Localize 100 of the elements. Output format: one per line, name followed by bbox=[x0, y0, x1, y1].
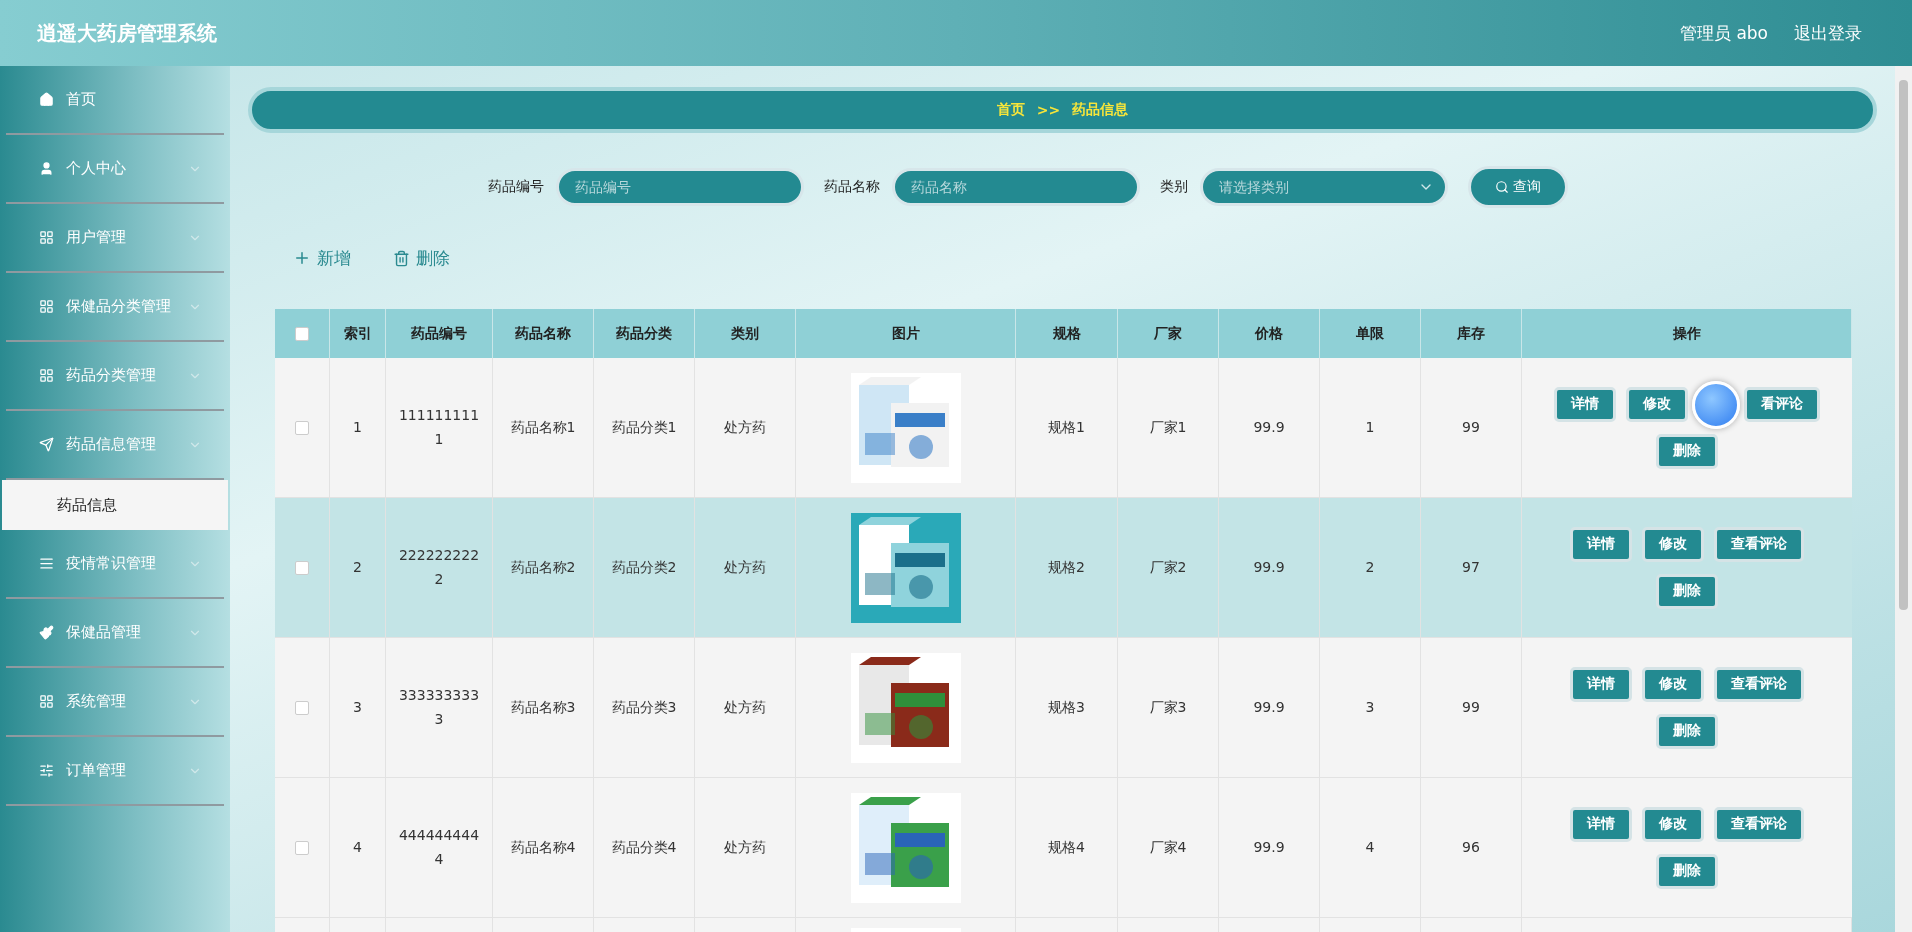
table-cell: 处方药 bbox=[695, 778, 796, 917]
table-cell: 处方药 bbox=[695, 358, 796, 497]
row-action-button[interactable]: 删除 bbox=[1656, 573, 1718, 609]
breadcrumb-link[interactable]: 首页 bbox=[996, 101, 1025, 119]
add-button[interactable]: 新增 bbox=[293, 246, 351, 270]
table-cell: 4 bbox=[1320, 778, 1421, 917]
search-field[interactable]: 药品编号 bbox=[555, 168, 804, 206]
field-label: 药品编号 bbox=[487, 178, 544, 196]
category-select[interactable]: 请选择类别 bbox=[1199, 168, 1448, 206]
row-action-button[interactable]: 详情 bbox=[1554, 386, 1616, 422]
row-action-button[interactable]: 查看评论 bbox=[1714, 526, 1804, 562]
table-cell: 1 bbox=[1320, 358, 1421, 497]
table-cell: 99.9 bbox=[1219, 778, 1320, 917]
row-action-button[interactable]: 详情 bbox=[1570, 806, 1632, 842]
table-cell: 3 bbox=[1320, 638, 1421, 777]
table-cell: 药品名称4 bbox=[493, 778, 594, 917]
select-all-checkbox[interactable] bbox=[295, 326, 309, 341]
sidebar-item[interactable]: 订单管理 bbox=[6, 737, 224, 806]
row-action-button[interactable]: 删除 bbox=[1656, 713, 1718, 749]
table-cell: 规格4 bbox=[1016, 778, 1118, 917]
breadcrumb-link[interactable]: 药品信息 bbox=[1072, 101, 1129, 119]
search-icon bbox=[1494, 180, 1509, 194]
table-cell: 药品分类1 bbox=[594, 358, 695, 497]
table-cell: 99 bbox=[1421, 638, 1522, 777]
row-action-button[interactable]: 修改 bbox=[1642, 806, 1704, 842]
table-cell: 规格2 bbox=[1016, 498, 1118, 637]
row-action-button[interactable]: 看评论 bbox=[1744, 386, 1820, 422]
menu-icon bbox=[39, 694, 54, 709]
sidebar-item[interactable]: 用户管理 bbox=[6, 204, 224, 273]
breadcrumb-separator: >> bbox=[1036, 102, 1061, 118]
menu-icon bbox=[39, 763, 54, 778]
row-action-button[interactable]: 删除 bbox=[1656, 853, 1718, 889]
sidebar-item[interactable]: 系统管理 bbox=[6, 668, 224, 737]
row-checkbox[interactable] bbox=[295, 420, 309, 435]
menu-icon bbox=[39, 625, 54, 640]
table-cell: 厂家1 bbox=[1118, 358, 1219, 497]
table-cell: 处方药 bbox=[695, 638, 796, 777]
table-cell: 药品分类4 bbox=[594, 778, 695, 917]
table-cell: 药品名称1 bbox=[493, 358, 594, 497]
row-checkbox[interactable] bbox=[295, 840, 309, 855]
menu-icon bbox=[39, 368, 54, 383]
scrollbar[interactable] bbox=[1895, 66, 1912, 932]
table-cell: 99.9 bbox=[1219, 638, 1320, 777]
table-cell: 99 bbox=[1421, 358, 1522, 497]
sidebar-item[interactable]: 首页 bbox=[6, 66, 224, 135]
app-title: 逍遥大药房管理系统 bbox=[37, 19, 217, 47]
table-cell: 药品分类3 bbox=[594, 638, 695, 777]
row-action-button[interactable]: 详情 bbox=[1570, 526, 1632, 562]
table-cell: 1111111111 bbox=[386, 358, 493, 497]
admin-user: 管理员 abo bbox=[1680, 21, 1768, 45]
table-cell: 2 bbox=[330, 498, 386, 637]
table-cell: 2 bbox=[1320, 498, 1421, 637]
table-cell: 厂家2 bbox=[1118, 498, 1219, 637]
delete-button[interactable]: 删除 bbox=[393, 246, 450, 270]
sidebar-item[interactable]: 个人中心 bbox=[6, 135, 224, 204]
table-cell: 3 bbox=[330, 638, 386, 777]
table-cell: 厂家4 bbox=[1118, 778, 1219, 917]
table-cell: 厂家3 bbox=[1118, 638, 1219, 777]
row-action-button[interactable]: 修改 bbox=[1642, 666, 1704, 702]
table-cell: 96 bbox=[1421, 778, 1522, 917]
menu-icon bbox=[39, 161, 54, 176]
table-cell: 3333333333 bbox=[386, 638, 493, 777]
plus-icon bbox=[293, 249, 311, 267]
search-button[interactable]: 查询 bbox=[1467, 166, 1568, 208]
row-action-button[interactable]: 修改 bbox=[1626, 386, 1688, 422]
table-cell: 药品分类2 bbox=[594, 498, 695, 637]
menu-icon bbox=[39, 230, 54, 245]
sidebar-subitem[interactable]: 药品信息 bbox=[2, 480, 228, 530]
table-cell: 规格1 bbox=[1016, 358, 1118, 497]
table-cell: 药品名称3 bbox=[493, 638, 594, 777]
table-cell: 4 bbox=[330, 778, 386, 917]
row-checkbox[interactable] bbox=[295, 700, 309, 715]
menu-icon bbox=[39, 92, 54, 107]
logout-link[interactable]: 退出登录 bbox=[1794, 21, 1862, 45]
table-cell: 1 bbox=[330, 358, 386, 497]
menu-icon bbox=[39, 437, 54, 452]
sidebar-item[interactable]: 保健品分类管理 bbox=[6, 273, 224, 342]
table-cell: 99.9 bbox=[1219, 358, 1320, 497]
row-checkbox[interactable] bbox=[295, 560, 309, 575]
table-cell: 99.9 bbox=[1219, 498, 1320, 637]
table-cell: 药品名称2 bbox=[493, 498, 594, 637]
field-label: 类别 bbox=[1159, 178, 1188, 196]
row-action-button[interactable]: 查看评论 bbox=[1714, 666, 1804, 702]
menu-icon bbox=[39, 299, 54, 314]
row-action-button[interactable]: 修改 bbox=[1642, 526, 1704, 562]
menu-icon bbox=[39, 556, 54, 571]
row-action-button[interactable]: 详情 bbox=[1570, 666, 1632, 702]
table-cell: 97 bbox=[1421, 498, 1522, 637]
table-cell: 规格3 bbox=[1016, 638, 1118, 777]
floating-ball-icon[interactable] bbox=[1692, 380, 1740, 429]
row-action-button[interactable]: 删除 bbox=[1656, 433, 1718, 469]
table-cell: 4444444444 bbox=[386, 778, 493, 917]
row-action-button[interactable]: 查看评论 bbox=[1714, 806, 1804, 842]
field-label: 药品名称 bbox=[823, 178, 880, 196]
search-field[interactable]: 药品名称 bbox=[891, 168, 1140, 206]
trash-icon bbox=[393, 249, 410, 267]
table-cell: 2222222222 bbox=[386, 498, 493, 637]
sidebar-item[interactable]: 保健品管理 bbox=[6, 599, 224, 668]
sidebar-item[interactable]: 药品分类管理 bbox=[6, 342, 224, 411]
sidebar-item[interactable]: 疫情常识管理 bbox=[6, 530, 224, 599]
